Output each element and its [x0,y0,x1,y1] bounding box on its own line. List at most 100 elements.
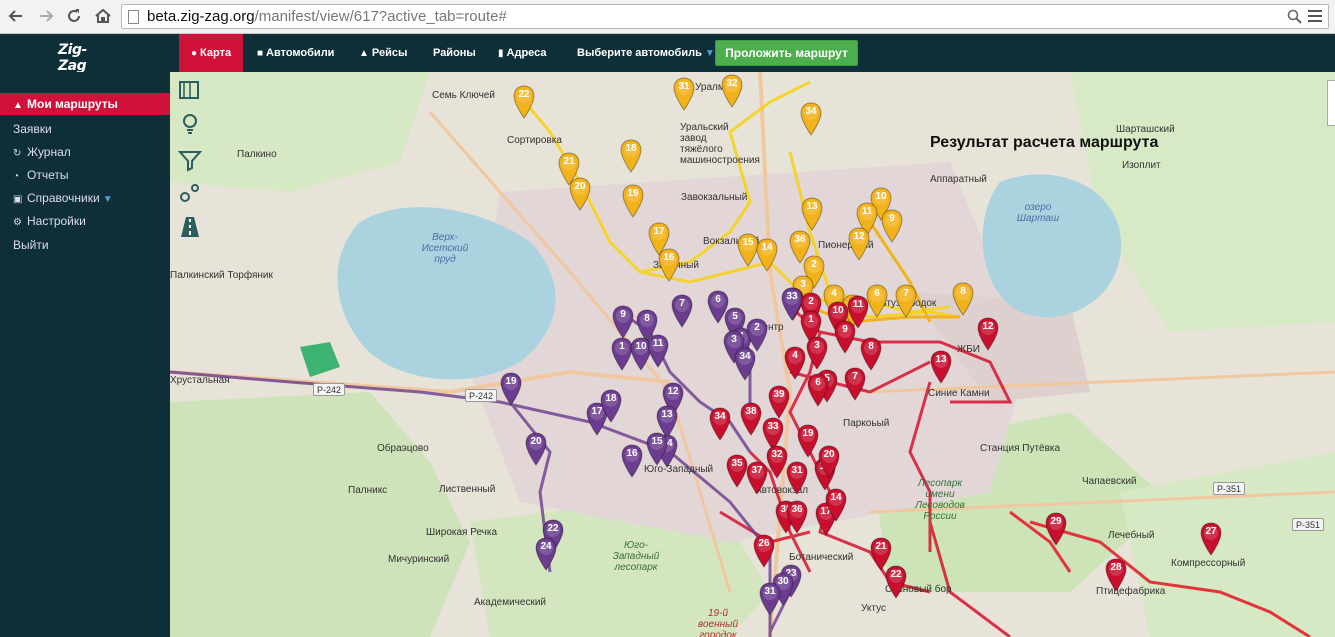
marker-number: 8 [960,286,966,297]
marker-number: 11 [652,338,664,349]
map-marker-purple[interactable]: 7 [671,294,693,328]
map-marker-red[interactable]: 3 [806,336,828,370]
map-marker-yellow[interactable]: 22 [513,85,535,119]
nav-select-car[interactable]: Выберите автомобиль ▼ [577,34,715,72]
zoom-icon[interactable] [1287,9,1302,24]
map-marker-red[interactable]: 36 [786,500,808,534]
sidebar-item-label: Мои маршруты [27,97,118,111]
map-label: Палникс [348,485,388,496]
sidebar-item-journal[interactable]: ↻ Журнал [0,141,170,163]
map-marker-red[interactable]: 26 [753,534,775,568]
road-shield: Р-242 [313,383,346,396]
map-marker-purple[interactable]: 20 [525,432,547,466]
map-marker-red[interactable]: 37 [746,461,768,495]
sidebar-item-reports[interactable]: ◔ Отчеты [0,164,170,186]
map-label: озеро Шарташ [1016,202,1060,224]
map-marker-yellow[interactable]: 20 [569,177,591,211]
menu-icon[interactable] [1308,10,1322,23]
map-marker-yellow[interactable]: 32 [721,74,743,108]
map-marker-red[interactable]: 12 [977,317,999,351]
marker-number: 1 [808,314,814,325]
map-marker-purple[interactable]: 15 [646,432,668,466]
marker-number: 14 [761,242,773,253]
url-host: beta.zig-zag.org [147,8,255,25]
map-marker-purple[interactable]: 11 [647,334,669,368]
map-marker-red[interactable]: 31 [786,461,808,495]
map-marker-red[interactable]: 35 [726,454,748,488]
map-label: Станция Путёвка [980,443,1061,454]
sidebar-item-settings[interactable]: ⚙ Настройки [0,210,170,232]
map-marker-red[interactable]: 9 [834,320,856,354]
sidebar-item-logout[interactable]: Выйти [0,234,170,256]
sidebar-item-label: Выйти [13,238,49,252]
sidebar-item-my-routes[interactable]: ▲ Мои маршруты [0,93,170,115]
map-marker-yellow[interactable]: 13 [801,197,823,231]
map-marker-red[interactable]: 8 [860,337,882,371]
map-marker-purple[interactable]: 33 [781,287,803,321]
map-marker-red[interactable]: 6 [807,373,829,407]
nav-trips[interactable]: ▲ Рейсы [359,34,407,72]
document-icon: ▮ [498,48,504,59]
map-marker-red[interactable]: 27 [1200,522,1222,556]
marker-number: 22 [547,523,559,534]
map-marker-yellow[interactable]: 34 [800,102,822,136]
map-marker-red[interactable]: 7 [844,367,866,401]
map-marker-red[interactable]: 13 [930,350,952,384]
reload-icon[interactable] [62,4,86,28]
filter-icon[interactable] [178,148,202,172]
nav-districts[interactable]: Районы [433,34,476,72]
marker-number: 36 [794,234,806,245]
map-title: Результат расчета маршрута [930,134,1159,151]
map-marker-red[interactable]: 34 [709,407,731,441]
map-marker-red[interactable]: 4 [784,346,806,380]
map-marker-purple[interactable]: 34 [734,347,756,381]
map-label: Палкино [237,149,277,160]
map-marker-yellow[interactable]: 31 [673,77,695,111]
map-marker-red[interactable]: 38 [740,402,762,436]
address-bar[interactable]: beta.zig-zag.org/manifest/view/617?activ… [121,4,1329,29]
nav-addresses-label: Адреса [506,47,547,59]
back-arrow-icon[interactable] [4,4,28,28]
nav-map[interactable]: ● Карта [179,34,243,72]
map-marker-yellow[interactable]: 16 [658,248,680,282]
map-marker-purple[interactable]: 16 [621,444,643,478]
sidebar-item-references[interactable]: ▣ Справочники ▼ [0,187,170,209]
forward-arrow-icon[interactable] [34,4,58,28]
sidebar-item-requests[interactable]: Заявки [0,118,170,140]
build-route-button[interactable]: Проложить маршрут [715,40,858,66]
map-marker-yellow[interactable]: 12 [848,227,870,261]
marker-number: 12 [853,231,865,242]
map-marker-red[interactable]: 14 [825,488,847,522]
bulb-icon[interactable] [178,112,202,136]
nav-addresses[interactable]: ▮ Адреса [498,34,547,72]
sidebar-item-label: Заявки [13,122,52,136]
route-pins-icon[interactable] [178,182,202,206]
map-marker-purple[interactable]: 18 [600,389,622,423]
map-marker-red[interactable]: 32 [766,445,788,479]
map-marker-red[interactable]: 29 [1045,512,1067,546]
home-icon[interactable] [91,4,115,28]
nav-cars[interactable]: ■ Автомобили [257,34,334,72]
map-marker-purple[interactable]: 19 [500,372,522,406]
road-tool-icon[interactable] [178,215,202,239]
map-marker-purple[interactable]: 9 [612,305,634,339]
map-view[interactable]: Результат расчета маршрута Семь Ключей Со… [170,72,1335,637]
map-marker-red[interactable]: 22 [885,565,907,599]
map-layers-icon[interactable] [178,78,202,102]
map-marker-purple[interactable]: 24 [535,537,557,571]
map-marker-yellow[interactable]: 6 [866,284,888,318]
map-marker-yellow[interactable]: 8 [952,282,974,316]
map-marker-red[interactable]: 19 [797,424,819,458]
map-marker-yellow[interactable]: 7 [895,284,917,318]
zoom-control[interactable] [1327,80,1335,126]
map-marker-yellow[interactable]: 14 [756,238,778,272]
map-marker-yellow[interactable]: 9 [881,209,903,243]
map-marker-yellow[interactable]: 18 [620,139,642,173]
map-marker-red[interactable]: 20 [818,445,840,479]
map-marker-purple[interactable]: 31 [759,582,781,616]
map-marker-yellow[interactable]: 19 [622,184,644,218]
map-marker-red[interactable]: 39 [768,385,790,419]
logo[interactable]: Zig-Zag [58,42,112,74]
book-icon: ▣ [13,194,23,205]
map-marker-red[interactable]: 28 [1105,558,1127,592]
